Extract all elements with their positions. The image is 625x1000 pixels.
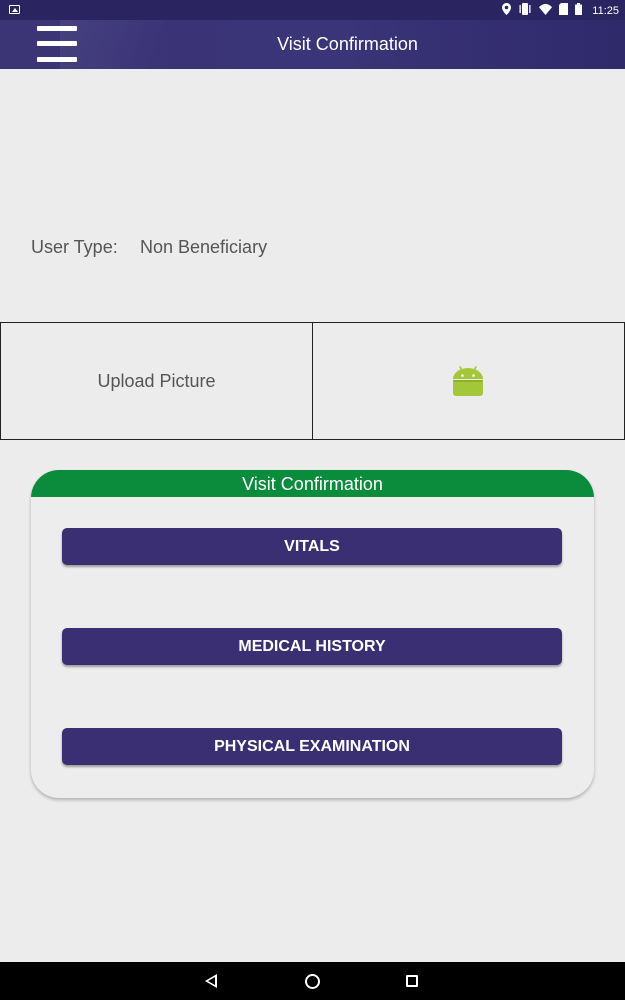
recent-apps-icon[interactable] [406, 975, 418, 987]
upload-picture-button[interactable]: Upload Picture [1, 323, 313, 439]
user-type-value: Non Beneficiary [140, 237, 268, 257]
physical-examination-button[interactable]: PHYSICAL EXAMINATION [62, 728, 562, 765]
app-bar: Visit Confirmation [0, 20, 625, 69]
battery-icon [575, 3, 583, 19]
status-bar: 11:25 [0, 0, 625, 20]
vibrate-icon [518, 3, 532, 19]
status-icons: 11:25 [502, 3, 619, 19]
medical-history-button[interactable]: MEDICAL HISTORY [62, 628, 562, 665]
home-icon[interactable] [305, 974, 320, 989]
picture-preview[interactable] [313, 323, 624, 439]
vitals-button[interactable]: VITALS [62, 528, 562, 565]
image-notification-icon [9, 5, 20, 14]
back-icon[interactable] [205, 974, 217, 988]
sim-icon [559, 3, 569, 19]
android-icon [453, 366, 483, 396]
upload-picture-label: Upload Picture [97, 370, 216, 391]
visit-confirmation-card: Visit Confirmation VITALS MEDICAL HISTOR… [31, 470, 594, 798]
location-icon [502, 3, 512, 19]
wifi-icon [539, 3, 553, 19]
hamburger-menu-icon[interactable] [37, 25, 77, 65]
clock: 11:25 [592, 5, 619, 17]
user-type-label: User Type: [31, 237, 118, 257]
navigation-bar [0, 962, 625, 1000]
card-title: Visit Confirmation [31, 470, 594, 497]
upload-picture-row: Upload Picture [0, 322, 625, 440]
user-type-row: User Type: Non Beneficiary [31, 237, 267, 258]
